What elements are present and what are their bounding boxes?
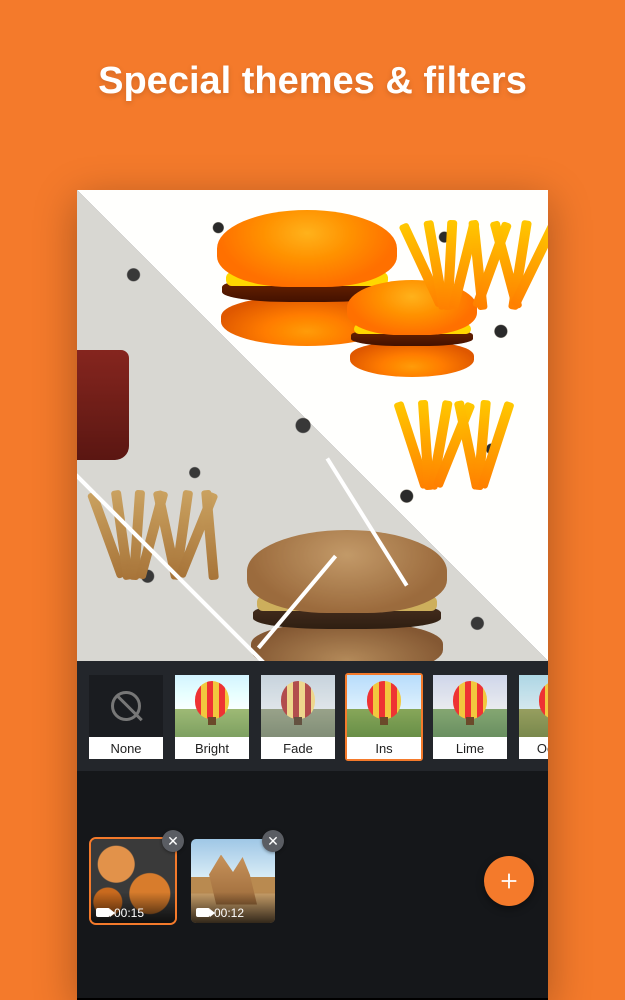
close-icon: ✕ <box>267 834 279 848</box>
filter-label: Ocean <box>519 737 548 759</box>
filter-fade[interactable]: Fade <box>259 673 337 761</box>
clip-duration-badge: 00:15 <box>91 892 175 923</box>
clip-duration-badge: 00:12 <box>191 892 275 923</box>
filter-bright[interactable]: Bright <box>173 673 251 761</box>
editor-screen: None Bright Fade Ins Lime Ocean ✕ <box>77 190 548 1000</box>
add-clip-button[interactable] <box>484 856 534 906</box>
close-icon: ✕ <box>167 834 179 848</box>
clip-tray: ✕ 00:15 ✕ 00:12 <box>77 771 548 998</box>
filter-label: None <box>89 737 163 759</box>
filter-label: Bright <box>175 737 249 759</box>
filter-label: Lime <box>433 737 507 759</box>
filter-ins[interactable]: Ins <box>345 673 423 761</box>
filter-none[interactable]: None <box>87 673 165 761</box>
clip-duration: 00:12 <box>214 906 244 920</box>
preview-canvas[interactable] <box>77 190 548 661</box>
clip-item[interactable]: ✕ 00:15 <box>91 839 175 923</box>
video-icon <box>96 908 110 917</box>
remove-clip-button[interactable]: ✕ <box>162 830 184 852</box>
filter-label: Fade <box>261 737 335 759</box>
video-icon <box>196 908 210 917</box>
plus-icon <box>498 870 520 892</box>
filter-ocean[interactable]: Ocean <box>517 673 548 761</box>
clip-item[interactable]: ✕ 00:12 <box>191 839 275 923</box>
filter-strip[interactable]: None Bright Fade Ins Lime Ocean <box>77 661 548 771</box>
filter-label: Ins <box>347 737 421 759</box>
none-icon <box>111 691 141 721</box>
headline: Special themes & filters <box>0 0 625 143</box>
clip-duration: 00:15 <box>114 906 144 920</box>
remove-clip-button[interactable]: ✕ <box>262 830 284 852</box>
filter-lime[interactable]: Lime <box>431 673 509 761</box>
